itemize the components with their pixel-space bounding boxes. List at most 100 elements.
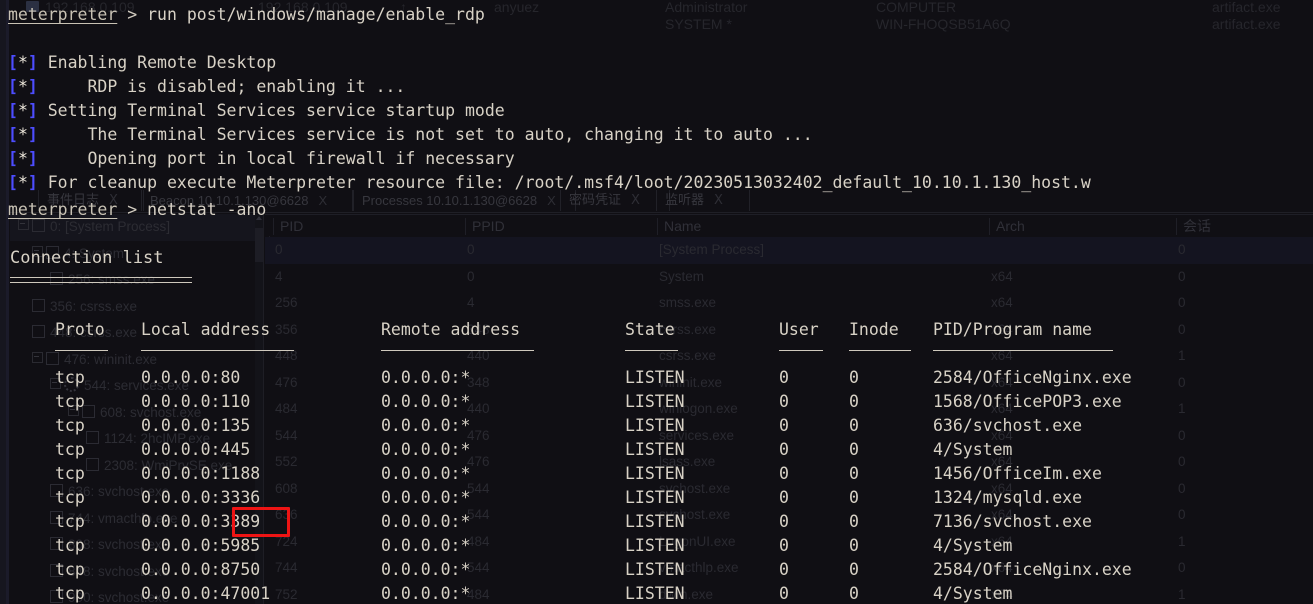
screenshot-root: 192.168.0.109 192.168.0.109 ↑ anyuez Adm… bbox=[0, 0, 1313, 604]
prompt-symbol-2: > bbox=[127, 200, 138, 219]
netstat-cell-user: 0 bbox=[779, 560, 789, 579]
netstat-cell-program: 2584/OfficeNginx.exe bbox=[933, 368, 1132, 387]
netstat-cell-local: 0.0.0.0:135 bbox=[141, 416, 251, 435]
netstat-cell-program: 4/System bbox=[933, 536, 1013, 555]
netstat-cell-remote: 0.0.0.0:* bbox=[381, 584, 471, 603]
netstat-cell-program: 1324/mysqld.exe bbox=[933, 488, 1083, 507]
command-text-1: run post/windows/manage/enable_rdp bbox=[147, 5, 485, 24]
status-text-0: Enabling Remote Desktop bbox=[47, 53, 277, 72]
bracket-close: ] bbox=[27, 101, 38, 120]
status-line-4: [*] Opening port in local firewall if ne… bbox=[8, 147, 515, 171]
netstat-cell-inode: 0 bbox=[849, 584, 859, 603]
bracket-close: ] bbox=[27, 125, 38, 144]
netstat-cell-program: 1456/OfficeIm.exe bbox=[933, 464, 1102, 483]
netstat-cell-state: LISTEN bbox=[625, 392, 685, 411]
netstat-cell-proto: tcp bbox=[55, 368, 85, 387]
col-proto: Proto bbox=[55, 320, 105, 339]
status-text-2: Setting Terminal Services service startu… bbox=[47, 101, 505, 120]
status-text-2-sep bbox=[38, 101, 48, 120]
netstat-cell-program: 1568/OfficePOP3.exe bbox=[933, 392, 1122, 411]
netstat-cell-remote: 0.0.0.0:* bbox=[381, 512, 471, 531]
prompt-spacer-4 bbox=[137, 200, 147, 219]
prompt-symbol: > bbox=[127, 5, 138, 24]
status-text-3: The Terminal Services service is not set… bbox=[47, 125, 813, 144]
netstat-cell-inode: 0 bbox=[849, 440, 859, 459]
bracket-open: [ bbox=[8, 173, 18, 192]
netstat-cell-state: LISTEN bbox=[625, 440, 685, 459]
col-local: Local address bbox=[141, 320, 271, 339]
col-inode: Inode bbox=[849, 320, 899, 339]
port-3389-highlight bbox=[232, 507, 290, 537]
netstat-cell-local: 0.0.0.0:5985 bbox=[141, 536, 261, 555]
prompt-line-1: meterpreter > run post/windows/manage/en… bbox=[8, 3, 485, 27]
status-text-0-sep bbox=[38, 53, 48, 72]
status-text-1-sep bbox=[38, 77, 48, 96]
netstat-cell-proto: tcp bbox=[55, 560, 85, 579]
bracket-close: ] bbox=[27, 149, 38, 168]
netstat-cell-user: 0 bbox=[779, 536, 789, 555]
netstat-cell-user: 0 bbox=[779, 368, 789, 387]
bracket-open: [ bbox=[8, 77, 18, 96]
netstat-cell-program: 2584/OfficeNginx.exe bbox=[933, 560, 1132, 579]
prompt-line-2: meterpreter > netstat -ano bbox=[8, 198, 266, 222]
star-icon: * bbox=[17, 149, 28, 168]
col-user: User bbox=[779, 320, 819, 339]
netstat-cell-proto: tcp bbox=[55, 488, 85, 507]
netstat-cell-user: 0 bbox=[779, 488, 789, 507]
netstat-cell-user: 0 bbox=[779, 440, 789, 459]
netstat-cell-proto: tcp bbox=[55, 416, 85, 435]
netstat-cell-local: 0.0.0.0:80 bbox=[141, 368, 241, 387]
netstat-cell-state: LISTEN bbox=[625, 536, 685, 555]
status-line-2: [*] Setting Terminal Services service st… bbox=[8, 99, 505, 123]
netstat-cell-state: LISTEN bbox=[625, 464, 685, 483]
netstat-cell-inode: 0 bbox=[849, 512, 859, 531]
bracket-open: [ bbox=[8, 125, 18, 144]
status-text-5: For cleanup execute Meterpreter resource… bbox=[47, 173, 1091, 192]
netstat-cell-inode: 0 bbox=[849, 560, 859, 579]
netstat-cell-inode: 0 bbox=[849, 488, 859, 507]
connection-list-underline bbox=[10, 277, 192, 283]
status-line-3: [*] The Terminal Services service is not… bbox=[8, 123, 813, 147]
prompt-spacer-3 bbox=[117, 200, 127, 219]
netstat-cell-user: 0 bbox=[779, 512, 789, 531]
status-text-4-sep bbox=[38, 149, 48, 168]
status-text-4: Opening port in local firewall if necess… bbox=[47, 149, 515, 168]
netstat-cell-remote: 0.0.0.0:* bbox=[381, 440, 471, 459]
netstat-cell-state: LISTEN bbox=[625, 560, 685, 579]
terminal-output[interactable]: meterpreter > run post/windows/manage/en… bbox=[0, 0, 1313, 604]
netstat-cell-proto: tcp bbox=[55, 440, 85, 459]
netstat-cell-remote: 0.0.0.0:* bbox=[381, 464, 471, 483]
netstat-cell-state: LISTEN bbox=[625, 584, 685, 603]
netstat-cell-remote: 0.0.0.0:* bbox=[381, 368, 471, 387]
rule-state bbox=[625, 350, 678, 351]
netstat-cell-program: 7136/svchost.exe bbox=[933, 512, 1092, 531]
rule-inode bbox=[849, 350, 911, 351]
netstat-cell-inode: 0 bbox=[849, 416, 859, 435]
netstat-cell-inode: 0 bbox=[849, 536, 859, 555]
status-line-1: [*] RDP is disabled; enabling it ... bbox=[8, 75, 405, 99]
star-icon: * bbox=[17, 125, 28, 144]
netstat-cell-remote: 0.0.0.0:* bbox=[381, 560, 471, 579]
netstat-cell-user: 0 bbox=[779, 464, 789, 483]
star-icon: * bbox=[17, 53, 28, 72]
netstat-cell-proto: tcp bbox=[55, 536, 85, 555]
connection-list-title: Connection list bbox=[10, 248, 164, 268]
netstat-cell-inode: 0 bbox=[849, 392, 859, 411]
bracket-open: [ bbox=[8, 149, 18, 168]
command-text-2: netstat -ano bbox=[147, 200, 267, 219]
prompt-spacer-2 bbox=[137, 5, 147, 24]
bracket-open: [ bbox=[8, 53, 18, 72]
netstat-cell-user: 0 bbox=[779, 392, 789, 411]
bracket-close: ] bbox=[27, 53, 38, 72]
netstat-cell-user: 0 bbox=[779, 584, 789, 603]
netstat-cell-program: 4/System bbox=[933, 440, 1013, 459]
col-program: PID/Program name bbox=[933, 320, 1092, 339]
status-line-5: [*] For cleanup execute Meterpreter reso… bbox=[8, 171, 1091, 195]
netstat-cell-state: LISTEN bbox=[625, 416, 685, 435]
rule-local bbox=[141, 350, 294, 351]
bracket-close: ] bbox=[27, 77, 38, 96]
netstat-cell-remote: 0.0.0.0:* bbox=[381, 488, 471, 507]
prompt-label: meterpreter bbox=[8, 5, 118, 24]
netstat-cell-state: LISTEN bbox=[625, 368, 685, 387]
prompt-spacer bbox=[117, 5, 127, 24]
